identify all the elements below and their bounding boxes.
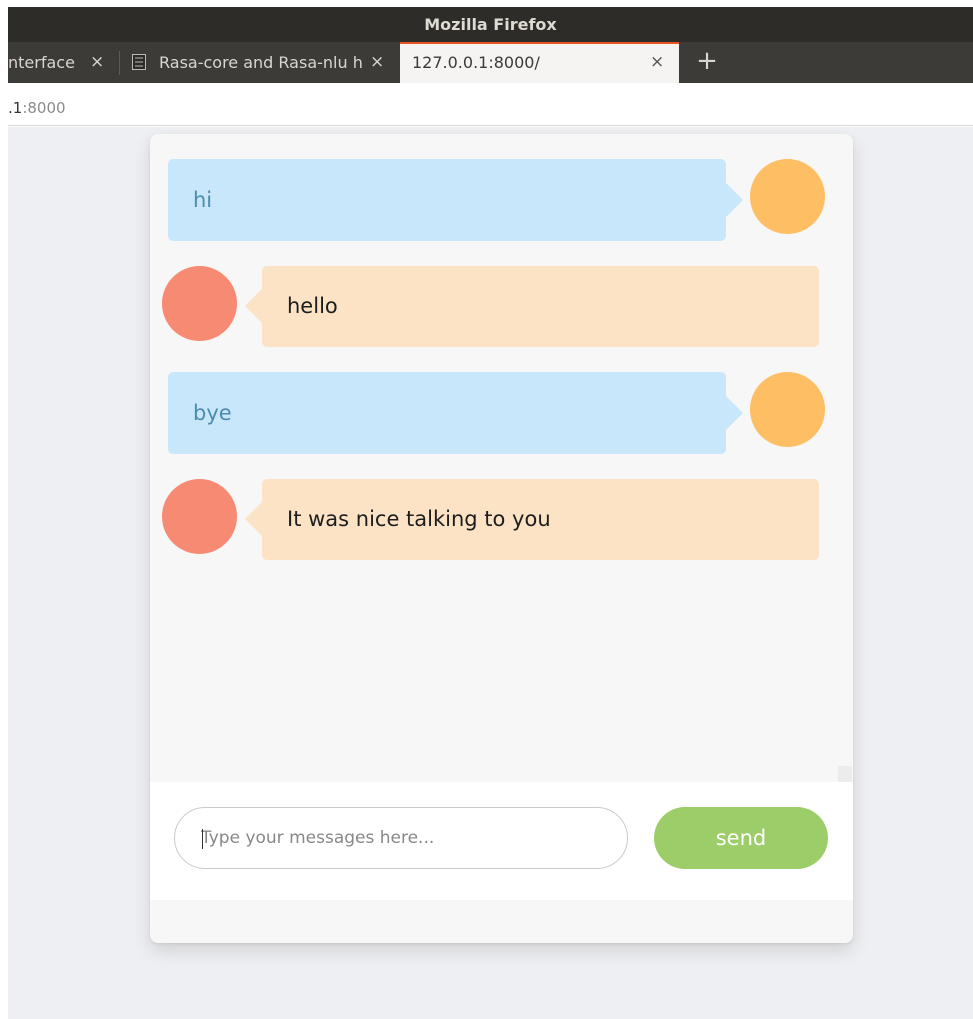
tab-close-icon[interactable]: ×	[90, 42, 104, 83]
user-avatar	[750, 372, 825, 447]
tab-rasa[interactable]: Rasa-core and Rasa-nlu h ×	[132, 42, 396, 83]
window-title: Mozilla Firefox	[8, 7, 973, 42]
message-bot: It was nice talking to you	[150, 479, 853, 561]
tab-label: Rasa-core and Rasa-nlu h	[159, 53, 363, 72]
bubble-tail	[245, 288, 263, 324]
bubble-tail	[245, 501, 263, 537]
tab-close-icon[interactable]: ×	[370, 42, 384, 83]
message-text: hi	[168, 159, 726, 241]
message-input[interactable]	[174, 807, 628, 869]
user-avatar	[750, 159, 825, 234]
message-bot: hello	[150, 266, 853, 348]
tab-interface[interactable]: nterface ×	[8, 42, 119, 83]
text-cursor	[202, 829, 203, 849]
message-text: It was nice talking to you	[262, 479, 819, 560]
message-text: bye	[168, 372, 726, 454]
send-button[interactable]: send	[654, 807, 828, 869]
bubble-tail	[725, 395, 743, 431]
message-user: hi	[150, 159, 853, 241]
message-user: bye	[150, 372, 853, 454]
chat-scrollbar[interactable]	[838, 766, 852, 782]
document-icon	[132, 54, 146, 70]
input-panel: send	[150, 782, 853, 900]
url-host: .1	[8, 99, 23, 117]
new-tab-icon[interactable]: +	[687, 42, 727, 83]
bot-avatar	[162, 479, 237, 554]
tab-label: 127.0.0.1:8000/	[412, 53, 540, 72]
message-text: hello	[262, 266, 819, 347]
tab-close-icon[interactable]: ×	[650, 44, 664, 83]
tab-bar: nterface × Rasa-core and Rasa-nlu h × 12…	[8, 42, 973, 83]
bubble-tail	[725, 182, 743, 218]
url-port: :8000	[22, 99, 66, 117]
tab-label: nterface	[8, 53, 75, 72]
tab-localhost[interactable]: 127.0.0.1:8000/ ×	[400, 42, 679, 83]
address-bar[interactable]: .1:8000	[8, 90, 973, 126]
bot-avatar	[162, 266, 237, 341]
tab-separator	[119, 51, 120, 75]
